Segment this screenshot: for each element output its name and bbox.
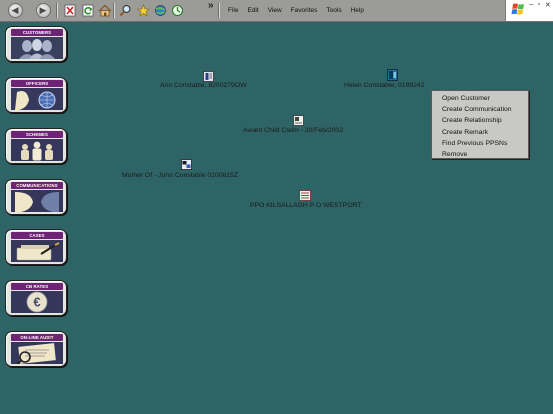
ctx-open-customer[interactable]: Open Customer — [432, 93, 528, 104]
tile-officers[interactable]: OFFICERS — [5, 77, 67, 113]
tile-customers[interactable]: CUSTOMERS — [5, 26, 67, 62]
ctx-create-communication[interactable]: Create Communication — [432, 104, 528, 115]
entity-label: Ann Constable, 8200279OW — [160, 82, 247, 89]
menu-view[interactable]: View — [268, 7, 282, 14]
menu-help[interactable]: Help — [351, 7, 364, 14]
cb-rates-icon: € — [11, 291, 63, 313]
minimize-icon[interactable]: – — [529, 1, 533, 8]
tile-online-audit[interactable]: ON-LINE AUDIT — [5, 331, 67, 367]
ctx-create-remark[interactable]: Create Remark — [432, 127, 528, 138]
post-office-icon[interactable] — [299, 188, 311, 201]
menu-bar: File Edit View Favorites Tools Help — [222, 0, 364, 21]
person-card-icon[interactable] — [387, 68, 398, 81]
toolbar-overflow-chevron[interactable]: » — [208, 0, 214, 11]
restore-icon[interactable]: ▫ — [538, 1, 540, 8]
window-controls: – ▫ ✕ — [527, 0, 553, 21]
menu-favorites[interactable]: Favorites — [291, 7, 318, 14]
schemes-icon — [11, 139, 63, 161]
online-audit-icon — [11, 342, 63, 364]
toolbar-separator — [113, 3, 115, 18]
ctx-find-previous-ppsns[interactable]: Find Previous PPSNs — [432, 138, 528, 149]
history-icon[interactable] — [168, 2, 186, 19]
windows-logo-icon — [505, 0, 527, 21]
home-icon[interactable] — [96, 2, 114, 19]
entity-label: PPO KILSALLAGH P O WESTPORT — [250, 202, 362, 209]
menu-edit[interactable]: Edit — [247, 7, 258, 14]
customers-icon — [11, 37, 63, 59]
tile-label: CASES — [11, 232, 63, 239]
menu-file[interactable]: File — [228, 7, 238, 14]
favorites-icon[interactable] — [134, 2, 152, 19]
tile-label: CB RATES — [11, 283, 63, 290]
search-icon[interactable] — [116, 2, 134, 19]
menu-tools[interactable]: Tools — [326, 7, 341, 14]
ctx-remove[interactable]: Remove — [432, 149, 528, 160]
svg-text:€: € — [33, 295, 40, 310]
tile-cb-rates[interactable]: CB RATES € — [5, 280, 67, 316]
tile-schemes[interactable]: SCHEMES — [5, 128, 67, 164]
tile-label: ON-LINE AUDIT — [11, 334, 63, 341]
entity-label: Helen Constable, 0199242 — [344, 82, 425, 89]
stop-icon[interactable] — [61, 2, 79, 19]
forward-icon[interactable]: ▶ — [34, 2, 52, 19]
refresh-icon[interactable] — [79, 2, 97, 19]
communications-icon — [11, 190, 63, 212]
browser-toolbar: ◀ ▶ » File Edit View Favorites Tools Hel… — [0, 0, 553, 22]
tile-label: CUSTOMERS — [11, 29, 63, 36]
claim-document-icon[interactable] — [293, 113, 304, 126]
tile-label: COMMUNICATIONS — [11, 182, 63, 189]
close-icon[interactable]: ✕ — [545, 1, 551, 9]
entity-label: Award Child Claim - 20/Feb/2002 — [243, 127, 343, 134]
tile-cases[interactable]: CASES — [5, 229, 67, 265]
cases-icon — [11, 240, 63, 262]
relationship-icon[interactable] — [181, 157, 192, 170]
toolbar-separator — [56, 3, 58, 18]
entity-label: Mother Of - John Constable 0200815Z — [122, 172, 238, 179]
back-icon[interactable]: ◀ — [6, 2, 24, 19]
media-icon[interactable] — [151, 2, 169, 19]
tile-label: OFFICERS — [11, 80, 63, 87]
tile-label: SCHEMES — [11, 131, 63, 138]
tile-communications[interactable]: COMMUNICATIONS — [5, 179, 67, 215]
officers-icon — [11, 88, 63, 110]
person-card-icon[interactable] — [203, 69, 214, 82]
toolbar-separator — [218, 3, 220, 18]
context-menu: Open Customer Create Communication Creat… — [431, 90, 529, 159]
ctx-create-relationship[interactable]: Create Relationship — [432, 115, 528, 126]
